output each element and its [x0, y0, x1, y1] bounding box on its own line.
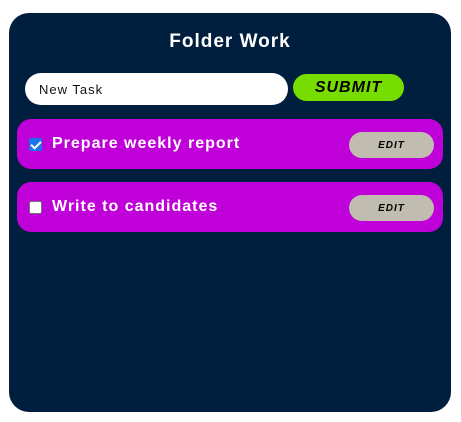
- new-task-input[interactable]: [25, 73, 288, 105]
- task-label: Write to candidates: [52, 198, 219, 215]
- task-checkbox-checked[interactable]: [29, 138, 42, 151]
- task-item: Prepare weekly report EDIT: [17, 119, 443, 169]
- task-label: Prepare weekly report: [52, 135, 241, 152]
- task-item: Write to candidates EDIT: [17, 182, 443, 232]
- page-title: Folder Work: [169, 31, 291, 52]
- edit-button[interactable]: EDIT: [349, 195, 434, 221]
- edit-button[interactable]: EDIT: [349, 132, 434, 158]
- submit-button[interactable]: SUBMIT: [293, 74, 404, 101]
- task-checkbox-unchecked[interactable]: [29, 201, 42, 214]
- todo-card: Folder Work SUBMIT Prepare weekly report…: [9, 13, 451, 412]
- checkmark-icon: [30, 138, 42, 150]
